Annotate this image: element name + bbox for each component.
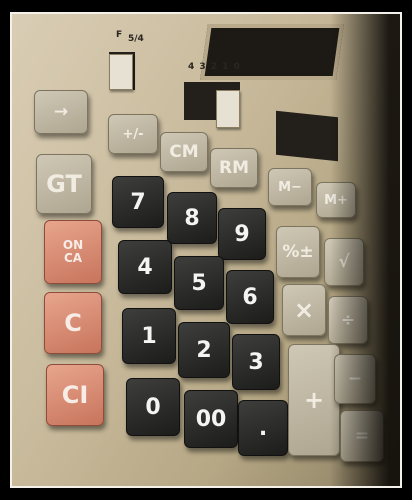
digit-0-key[interactable]: 0 [126, 378, 180, 436]
decimal-point-key[interactable]: . [238, 400, 288, 456]
square-root-key[interactable]: √ [324, 238, 364, 286]
clear-input-key[interactable]: CI [46, 364, 104, 426]
equals-key[interactable]: = [340, 410, 384, 462]
m-plus-key[interactable]: M+ [316, 182, 356, 218]
calculator-photo: F 5/4 4 3 2 1 0 → +/- CM RM M− M+ GT ON … [10, 12, 402, 488]
photo-frame: F 5/4 4 3 2 1 0 → +/- CM RM M− M+ GT ON … [0, 0, 412, 500]
divide-key[interactable]: ÷ [328, 296, 368, 344]
switch-label-5-4: 5/4 [128, 34, 144, 44]
decimal-switch-labels: 4 3 2 1 0 [188, 62, 241, 72]
percent-key[interactable]: %± [276, 226, 320, 278]
clear-key[interactable]: C [44, 292, 102, 354]
plus-key[interactable]: + [288, 344, 340, 456]
on-ca-key[interactable]: ON CA [44, 220, 102, 284]
digit-00-key[interactable]: 00 [184, 390, 238, 448]
ca-label: CA [63, 251, 83, 265]
digit-8-key[interactable]: 8 [167, 192, 217, 244]
solar-panel [276, 110, 338, 162]
digit-1-key[interactable]: 1 [122, 308, 176, 364]
rounding-switch[interactable] [109, 54, 133, 90]
multiply-key[interactable]: × [282, 284, 326, 336]
plus-minus-key[interactable]: +/- [108, 114, 158, 154]
decimal-switch[interactable] [216, 90, 240, 128]
digit-3-key[interactable]: 3 [232, 334, 280, 390]
digit-2-key[interactable]: 2 [178, 322, 230, 378]
cm-key[interactable]: CM [160, 132, 208, 172]
m-minus-key[interactable]: M− [268, 168, 312, 206]
gt-key[interactable]: GT [36, 154, 92, 214]
digit-7-key[interactable]: 7 [112, 176, 164, 228]
digit-9-key[interactable]: 9 [218, 208, 266, 260]
digit-5-key[interactable]: 5 [174, 256, 224, 310]
digit-4-key[interactable]: 4 [118, 240, 172, 294]
minus-key[interactable]: − [334, 354, 376, 404]
switch-label-f: F [116, 30, 123, 40]
rm-key[interactable]: RM [210, 148, 258, 188]
digit-6-key[interactable]: 6 [226, 270, 274, 324]
arrow-key[interactable]: → [34, 90, 88, 134]
